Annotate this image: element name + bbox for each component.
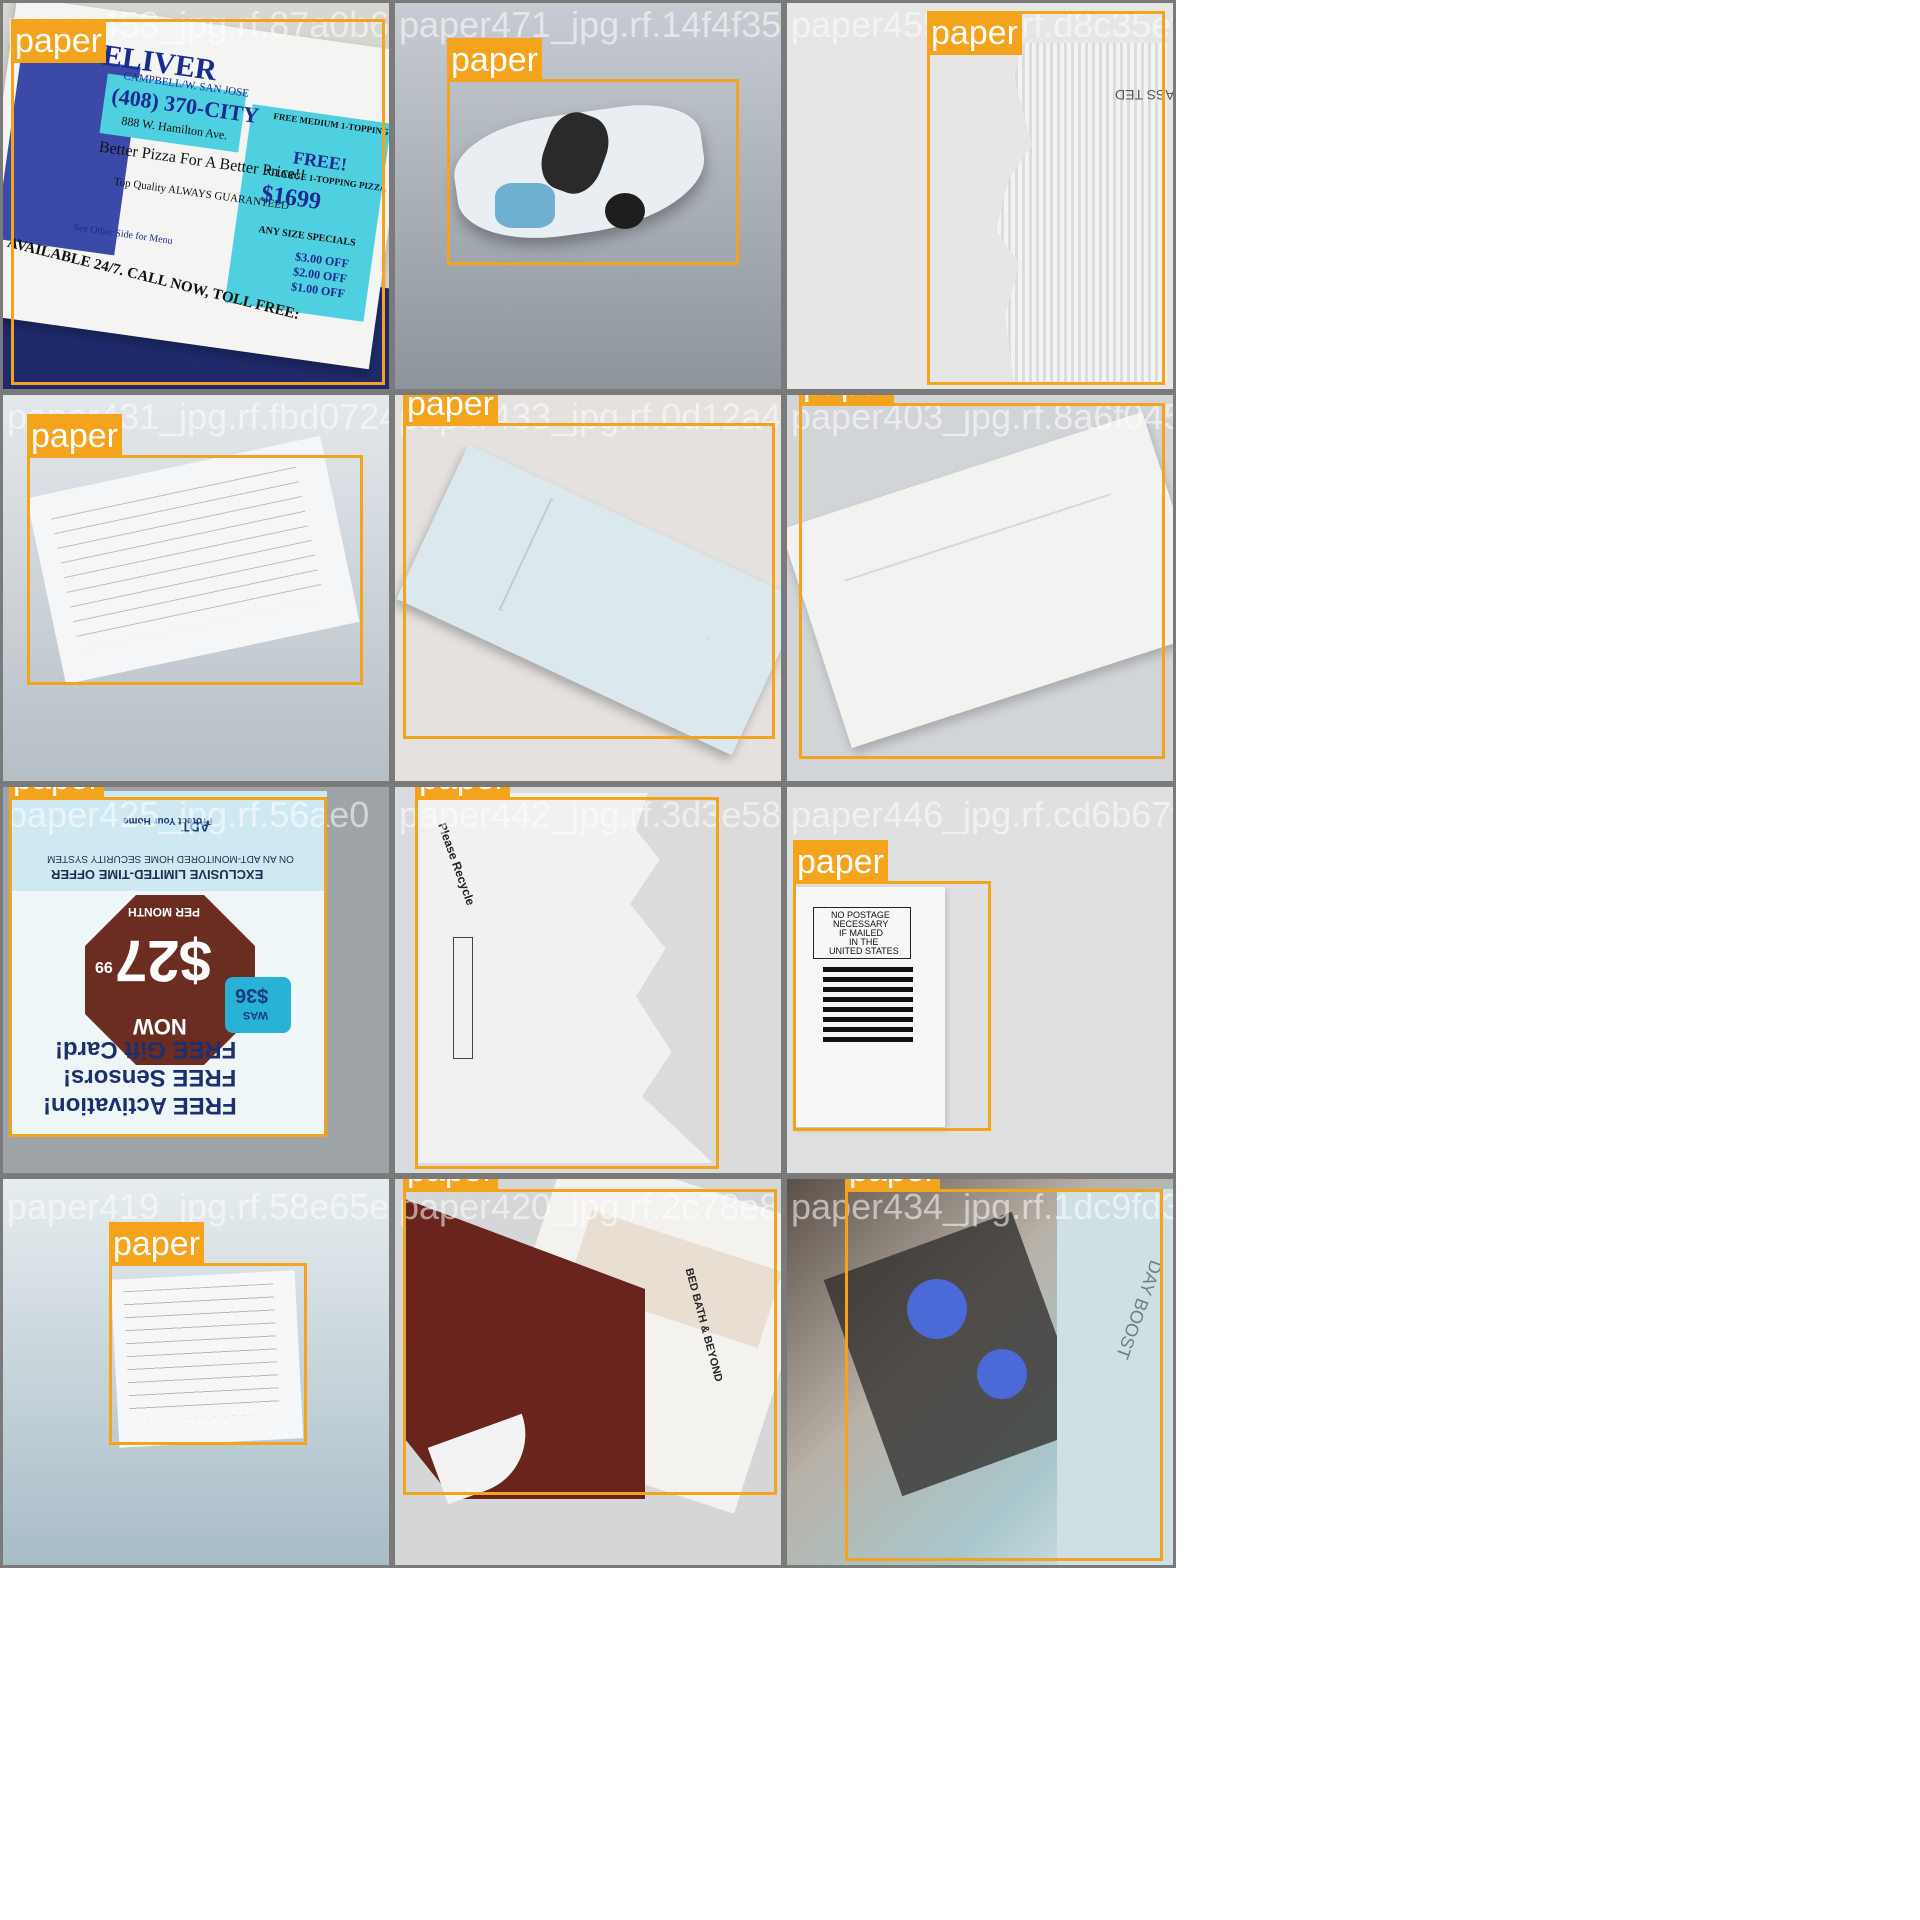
detection-label: paper [403,1179,498,1192]
detection-box: paper [27,414,363,685]
detection-box: paper [9,787,327,1137]
detection-label: paper [27,414,122,458]
detection-label: paper [793,840,888,884]
image-tile-10: paper419_jpg.rf.58e65e3ee39 paper [0,1176,392,1568]
image-tile-7: ADT Protect Your Home EXCLUSIVE LIMITED-… [0,784,392,1176]
detection-label: paper [11,19,106,63]
image-tile-5: paper433_jpg.rf.0d12a447cf94 paper [392,392,784,784]
image-tile-2: paper471_jpg.rf.14f4f3566ece99 paper [392,0,784,392]
detection-label: paper [415,787,510,800]
detection-label: paper [927,11,1022,55]
detection-box: paper [11,19,385,385]
image-tile-4: paper431_jpg.rf.fbd0724247f paper [0,392,392,784]
detection-box: paper [447,38,739,265]
detection-box: paper [415,787,719,1169]
image-tile-11: BED BATH & BEYOND paper420_jpg.rf.2c78e8… [392,1176,784,1568]
detection-box: paper [109,1222,307,1445]
image-tile-3: CLASS TED paper455_jpg.rf.d8c35ef97f3f7d… [784,0,1176,392]
image-tile-1: E DELIVER CAMPBELL/W. SAN JOSE (408) 370… [0,0,392,392]
image-tile-8: Please Recycle paper442_jpg.rf.3d3e588d3… [392,784,784,1176]
detection-label: paper [9,787,104,800]
image-tile-12: DAY BOOST paper434_jpg.rf.1dc9fd34625bae… [784,1176,1176,1568]
detection-box: paper [793,840,991,1131]
detection-label: paper [447,38,542,82]
detection-box: paper [403,1179,777,1495]
detection-label: paper [845,1179,940,1192]
detection-box: paper [403,395,775,739]
image-filename: paper446_jpg.rf.cd6b67fe270becda088 [791,794,1173,835]
detection-grid: E DELIVER CAMPBELL/W. SAN JOSE (408) 370… [0,0,1440,1568]
detection-box: paper [927,11,1165,385]
detection-label: paper [109,1222,204,1266]
detection-box: paper [799,395,1165,759]
detection-label: paper [403,395,498,426]
detection-box: paper [845,1179,1163,1561]
detection-label: paper [799,395,894,406]
image-tile-9: NO POSTAGE NECESSARY IF MAILED IN THE UN… [784,784,1176,1176]
image-tile-6: paper403_jpg.rf.8a6f045182091e60c0 paper [784,392,1176,784]
